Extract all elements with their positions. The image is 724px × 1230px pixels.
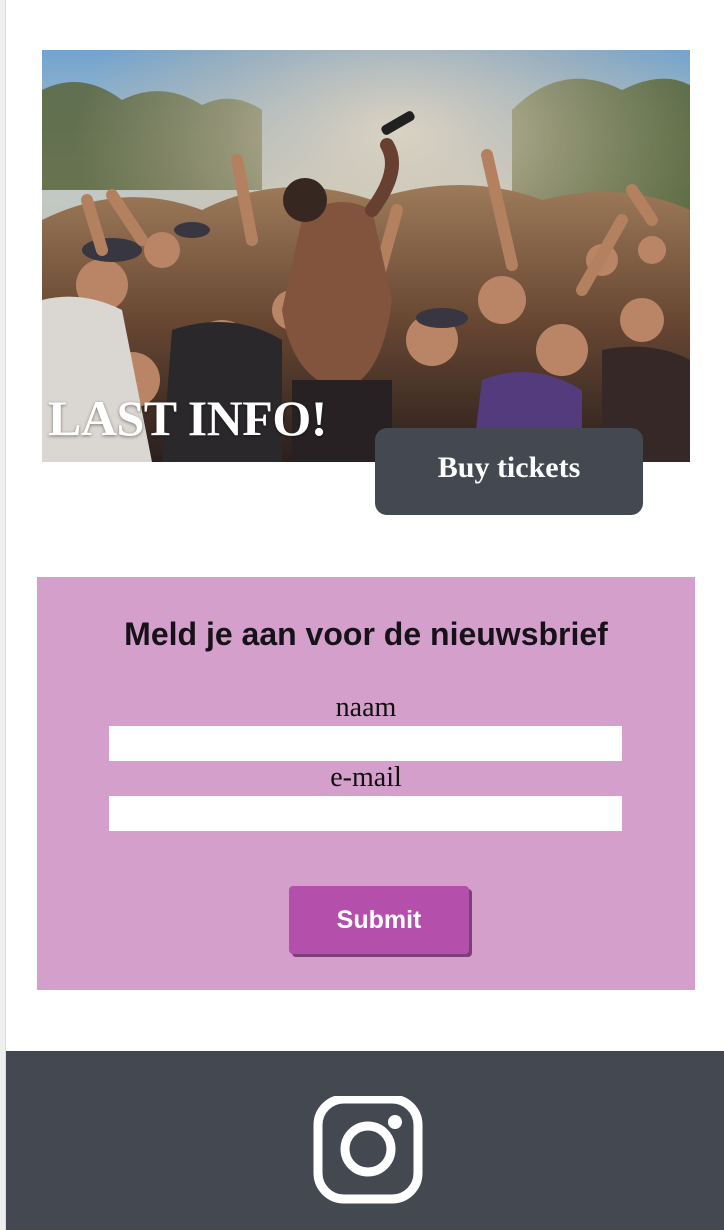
email-label: e-mail [330,762,402,793]
newsletter-title: Meld je aan voor de nieuwsbrief [124,616,608,652]
name-label: naam [335,692,397,723]
submit-button[interactable]: Submit [289,886,469,954]
newsletter-section: Meld je aan voor de nieuwsbrief naam e-m… [37,577,695,990]
footer [6,1051,724,1230]
name-field[interactable] [109,726,622,761]
buy-tickets-button[interactable]: Buy tickets [375,428,643,515]
instagram-icon [313,1094,423,1204]
email-field[interactable] [109,796,622,831]
hero-title: LAST INFO! [48,390,327,446]
instagram-link[interactable] [313,1094,423,1206]
page-left-edge [0,0,6,1230]
